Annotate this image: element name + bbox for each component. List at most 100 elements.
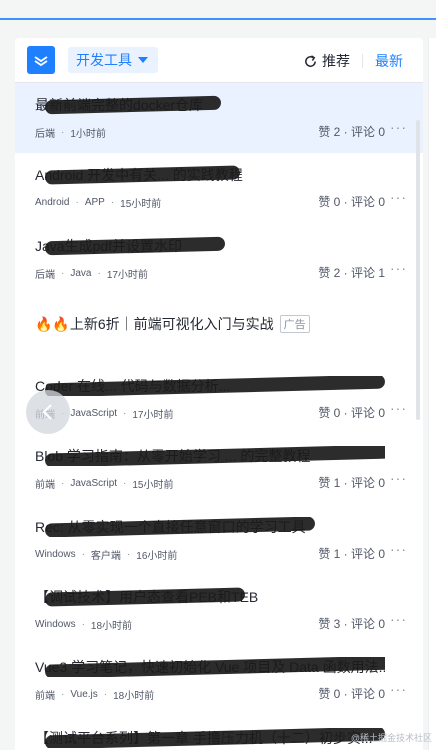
article-tag[interactable]: Android [35,197,69,208]
article-row[interactable]: 最新前端完整的docker仓库后端 · 1小时前 赞 2 · 评论 0 ··· [15,83,423,154]
article-time: 1小时前 [70,129,106,140]
article-tag[interactable]: Windows [35,549,76,560]
article-tag[interactable]: 客户端 [91,547,121,562]
redaction-scribble [44,376,385,397]
feed-header: 开发工具 推荐 最新 [15,38,423,83]
article-meta: Android · APP · 15小时前 [35,195,161,210]
meta-separator: · [97,267,101,279]
article-time: 18小时前 [113,691,155,703]
article-title[interactable]: Android 开发中有关... 的实践教程 [35,165,385,185]
sort-recommend-button[interactable]: 推荐 [303,51,350,71]
redaction-scribble [44,727,385,748]
article-row[interactable]: Java生成pdf并设置水印后端 · Java · 17小时前 赞 2 · 评论 1 ··· [15,224,423,294]
article-title[interactable]: Rec: 从零实现一个直接任意窗口的学习工具 [35,516,385,537]
article-meta: 后端 · 1小时前 [35,125,106,140]
article-title[interactable]: Vue3 学习笔记，快速初始化 Vue 项目及 Data 函数用法... [35,657,385,678]
meta-separator: · [103,689,108,701]
article-time: 18小时前 [90,621,133,633]
article-tag[interactable]: JavaScript [70,408,117,419]
article-row[interactable]: Android 开发中有关... 的实践教程 Android · APP · 15小时前 赞… [15,153,423,223]
meta-separator: · [61,267,65,279]
ad-title-text: 🔥🔥上新6折｜前端可视化入门与实战 [35,315,274,332]
more-options-icon[interactable]: ··· [390,611,407,627]
article-title[interactable]: 【调试技术】用户态查看PEB和TEB [35,587,385,607]
ad-row[interactable]: 🔥🔥上新6折｜前端可视化入门与实战 广告 [15,294,423,364]
sort-switch: 推荐 最新 [303,51,403,71]
scrollbar[interactable] [416,120,420,420]
article-tag[interactable]: APP [85,197,105,208]
redaction-scribble [44,587,246,607]
article-tag[interactable]: JavaScript [70,478,117,489]
top-accent-line [0,18,436,20]
redaction-scribble [44,236,226,255]
meta-separator: · [61,127,65,138]
redaction-scribble [44,516,316,537]
tag-dropdown-label: 开发工具 [76,52,132,68]
meta-separator: · [61,689,65,701]
meta-separator: · [81,548,85,560]
article-row[interactable]: Vue3 学习笔记，快速初始化 Vue 项目及 Data 函数用法... 前端 · V… [15,645,423,715]
layers-icon[interactable] [27,46,55,74]
article-meta: 前端 · JavaScript · 15小时前 [35,476,174,491]
more-options-icon[interactable]: ··· [390,541,407,557]
article-stats: 赞 0 · 评论 0 [318,195,385,210]
article-time: 16小时前 [136,550,178,562]
article-stats: 赞 0 · 评论 0 [318,406,385,421]
article-tag[interactable]: 后端 [35,266,55,281]
more-options-icon[interactable]: ··· [390,189,407,205]
article-time: 17小时前 [132,410,174,422]
article-tag[interactable]: Vue.js [70,689,97,700]
article-title[interactable]: 【测试平台系列】第一章 手撸压力机（十二）初步实... [35,727,385,748]
article-meta: 后端 · Java · 17小时前 [35,266,148,281]
article-time: 17小时前 [106,269,148,281]
article-row[interactable]: 【调试技术】用户态查看PEB和TEB Windows · 18小时前 赞 3 · 评论 … [15,575,423,645]
ad-badge: 广告 [279,314,310,333]
more-options-icon[interactable]: ··· [390,470,407,486]
article-tag[interactable]: Windows [35,619,76,630]
article-stats: 赞 3 · 评论 0 [318,617,385,632]
article-time: 15小时前 [132,480,174,492]
redaction-scribble [44,165,241,185]
redaction-scribble [44,95,222,115]
sort-divider [362,54,363,68]
article-title[interactable]: 最新前端完整的docker仓库 [35,95,385,115]
ad-title[interactable]: 🔥🔥上新6折｜前端可视化入门与实战 广告 [35,314,310,334]
meta-separator: · [61,478,65,490]
article-meta: 前端 · Vue.js · 18小时前 [35,687,154,702]
article-tag[interactable]: 前端 [35,687,55,702]
sort-recommend-label: 推荐 [322,53,350,69]
back-button[interactable] [26,390,70,434]
article-tag[interactable]: 前端 [35,476,55,491]
article-stats: 赞 1 · 评论 0 [318,476,385,491]
tag-dropdown[interactable]: 开发工具 [68,47,158,73]
article-list: 最新前端完整的docker仓库后端·1小时前赞 2 · 评论 0···Andro… [15,83,423,750]
more-options-icon[interactable]: ··· [390,260,407,276]
meta-separator: · [126,548,131,560]
article-tag[interactable]: Java [70,268,91,279]
meta-separator: · [81,619,85,631]
more-options-icon[interactable]: ··· [390,681,407,697]
article-title[interactable]: Blob 学习指南：从零开始学习 ... 的完整教程 [35,446,385,467]
sort-newest-button[interactable]: 最新 [375,51,403,71]
meta-separator: · [75,197,79,209]
meta-separator: · [123,478,127,490]
article-row[interactable]: Blob 学习指南：从零开始学习 ... 的完整教程前端 · JavaScript ·… [15,434,423,504]
right-panel-edge [428,38,436,750]
watermark: @稀土掘金技术社区 [350,733,432,743]
article-meta: Windows · 客户端 · 16小时前 [35,547,177,562]
redaction-scribble [44,446,385,467]
more-options-icon[interactable]: ··· [390,400,407,416]
article-stats: 赞 1 · 评论 0 [318,546,385,561]
article-feed-card: 开发工具 推荐 最新 最新前端完整的docker仓库后端 · 1小时前 赞 2 · 评… [15,38,423,750]
article-title[interactable]: Coder 在线... 代码与数据分析... [35,376,385,397]
more-options-icon[interactable]: ··· [390,119,407,135]
chevron-left-icon [42,404,52,420]
article-row[interactable]: Rec: 从零实现一个直接任意窗口的学习工具 Windows · 客户端 · 16小时前 赞… [15,505,423,575]
article-row[interactable]: Coder 在线... 代码与数据分析...前端·JavaScript·17小时… [15,364,423,434]
article-stats: 赞 2 · 评论 0 [318,125,385,139]
article-tag[interactable]: 后端 [35,125,55,140]
article-stats: 赞 0 · 评论 0 [318,687,385,702]
caret-down-icon [138,57,148,63]
meta-separator: · [123,408,127,420]
article-title[interactable]: Java生成pdf并设置水印 [35,236,385,256]
